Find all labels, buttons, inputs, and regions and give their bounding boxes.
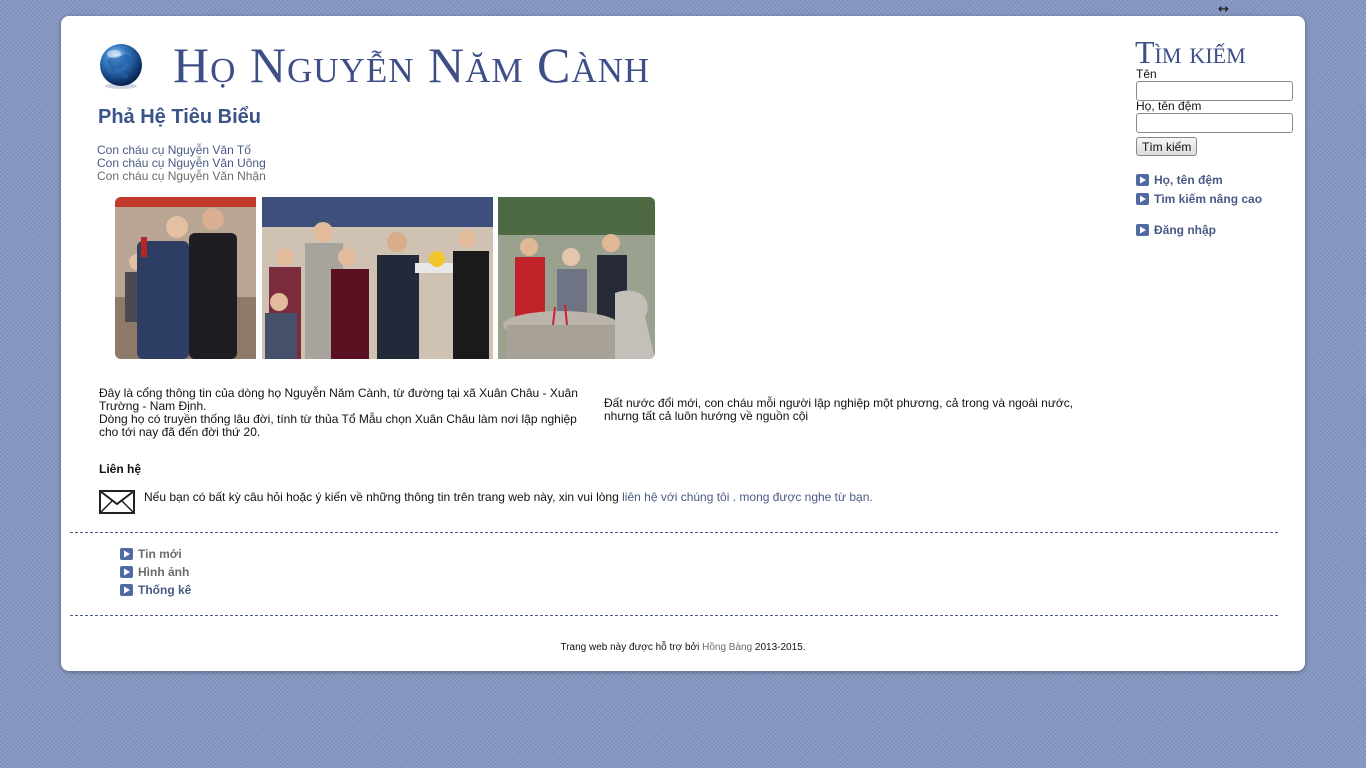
intro-paragraph-1: Đây là cổng thông tin của dòng họ Nguyễn… (99, 386, 578, 413)
footer-prefix: Trang web này được hỗ trợ bởi (560, 642, 700, 653)
ceremony-photo-strip (115, 197, 655, 359)
first-name-label: Tên (1136, 67, 1157, 81)
contact-message: Nếu bạn có bất kỳ câu hỏi hoặc ý kiến về… (144, 490, 873, 504)
search-button[interactable]: Tìm kiếm (1136, 137, 1198, 156)
contact-us-link[interactable]: liên hệ với chúng tôi . mong được nghe t… (622, 490, 873, 504)
footer: Trang web này được hỗ trợ bởi Hồng Bàng … (61, 642, 1305, 653)
surname-search-link[interactable]: Họ, tên đệm (1154, 173, 1223, 187)
search-link-advanced[interactable]: Tìm kiếm nâng cao (1136, 191, 1262, 207)
login-item[interactable]: Đăng nhập (1136, 222, 1216, 238)
search-title: Tìm kiếm (1135, 34, 1246, 70)
intro-text: Đây là cổng thông tin của dòng họ Nguyễn… (99, 387, 589, 439)
surname-input[interactable] (1136, 113, 1293, 133)
mail-icon (99, 490, 135, 514)
divider (70, 532, 1278, 533)
menu-link-photos[interactable]: Hình ảnh (138, 565, 189, 579)
arrow-right-icon (1136, 174, 1149, 186)
arrow-right-icon (120, 566, 133, 578)
advanced-search-link[interactable]: Tìm kiếm nâng cao (1154, 192, 1262, 206)
menu-item-stats[interactable]: Thống kê (120, 581, 191, 599)
content-panel: Họ Nguyễn Năm Cành Phả Hệ Tiêu Biểu Con … (61, 16, 1305, 671)
menu-link-stats[interactable]: Thống kê (138, 583, 191, 597)
arrow-right-icon (120, 584, 133, 596)
globe-icon (100, 44, 142, 89)
first-name-input[interactable] (1136, 81, 1293, 101)
footer-link[interactable]: Hồng Bàng (702, 642, 752, 653)
contact-heading: Liên hệ (99, 462, 142, 476)
footer-suffix: 2013-2015. (754, 642, 806, 653)
resize-icon[interactable]: ↔ (1218, 2, 1229, 17)
bottom-menu: Tin mới Hình ảnh Thống kê (120, 545, 191, 599)
contact-text: Nếu bạn có bất kỳ câu hỏi hoặc ý kiến về… (144, 490, 619, 504)
menu-item-photos[interactable]: Hình ảnh (120, 563, 191, 581)
divider (70, 615, 1278, 616)
arrow-right-icon (1136, 224, 1149, 236)
arrow-right-icon (1136, 193, 1149, 205)
intro-text-right: Đất nước đổi mới, con cháu mỗi người lập… (604, 396, 1074, 423)
family-link-nhan[interactable]: Con cháu cụ Nguyễn Văn Nhận (97, 170, 266, 183)
menu-link-news[interactable]: Tin mới (138, 547, 182, 561)
surname-label: Họ, tên đệm (1136, 99, 1202, 113)
login-link[interactable]: Đăng nhập (1154, 223, 1216, 237)
intro-paragraph-2: Dòng họ có truyền thống lâu đời, tính từ… (99, 412, 577, 439)
menu-item-news[interactable]: Tin mới (120, 545, 191, 563)
section-title: Phả Hệ Tiêu Biểu (98, 106, 262, 128)
family-tree-links: Con cháu cụ Nguyễn Văn Tố Con cháu cụ Ng… (97, 144, 266, 183)
site-title: Họ Nguyễn Năm Cành (173, 37, 651, 93)
arrow-right-icon (120, 548, 133, 560)
search-link-surname[interactable]: Họ, tên đệm (1136, 172, 1223, 188)
